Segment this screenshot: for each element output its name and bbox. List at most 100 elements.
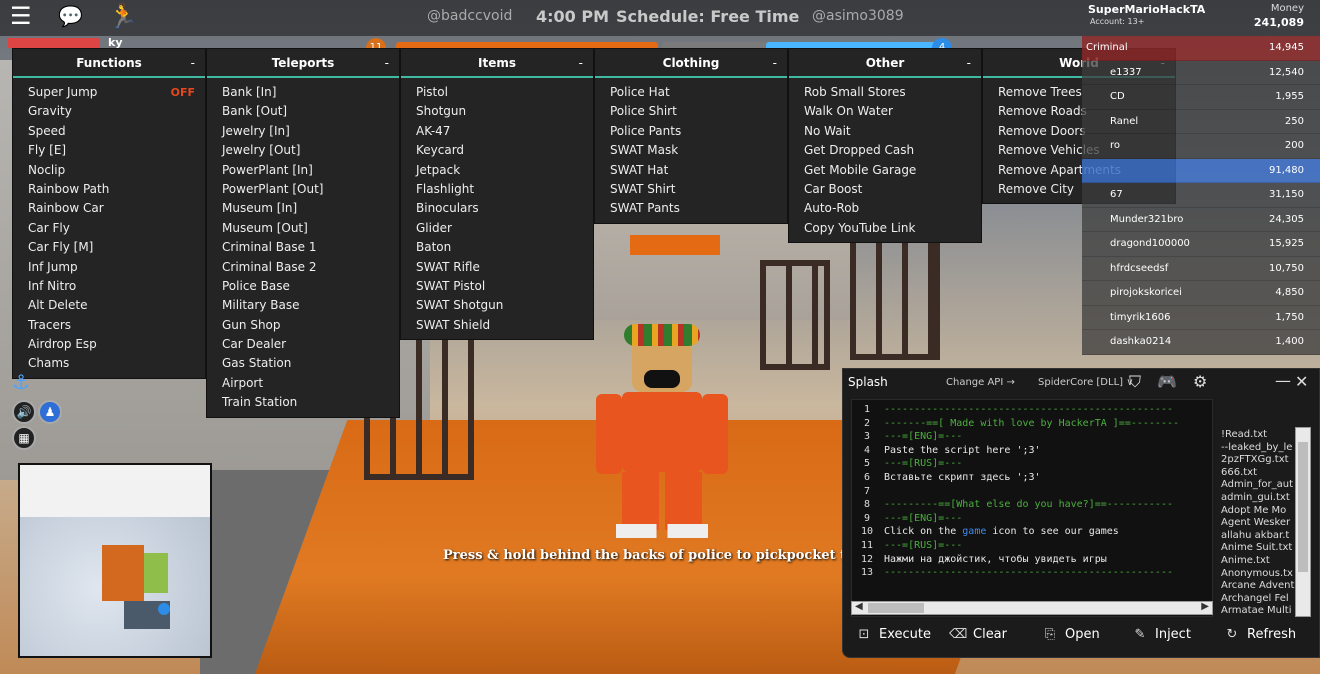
vertical-scrollbar[interactable] <box>1295 427 1311 617</box>
hamburger-menu-icon[interactable]: ☰ <box>10 2 32 30</box>
open-button[interactable]: ⎘ Open <box>1041 627 1100 642</box>
scroll-left-icon[interactable]: ◀ <box>855 601 863 612</box>
menu-header[interactable]: Other - <box>789 49 981 78</box>
menu-item[interactable]: Binoculars <box>401 199 593 218</box>
leaderboard-row[interactable]: Ranel 250 <box>1082 109 1320 134</box>
menu-item[interactable]: Gun Shop <box>207 316 399 335</box>
leaderboard-row[interactable]: e1337 12,540 <box>1082 60 1320 85</box>
leaderboard-row[interactable]: pirojokskoricei 4,850 <box>1082 281 1320 306</box>
menu-item[interactable]: Rob Small Stores <box>789 83 981 102</box>
menu-item[interactable]: Inf Jump <box>13 258 205 277</box>
menu-item[interactable]: Criminal Base 2 <box>207 258 399 277</box>
menu-item[interactable]: Bank [Out] <box>207 102 399 121</box>
menu-item[interactable]: AK-47 <box>401 122 593 141</box>
drone-icon[interactable]: ⚓ <box>12 370 64 394</box>
team-icon[interactable]: ♟ <box>38 400 62 424</box>
menu-item[interactable]: Train Station <box>207 393 399 412</box>
scrollbar-thumb[interactable] <box>1298 442 1308 572</box>
menu-item[interactable]: Museum [In] <box>207 199 399 218</box>
menu-item[interactable]: Museum [Out] <box>207 219 399 238</box>
menu-item[interactable]: Fly [E] <box>13 141 205 160</box>
inventory-icon[interactable]: ▦ <box>12 426 36 450</box>
menu-item[interactable]: Alt Delete <box>13 296 205 315</box>
menu-item[interactable]: SWAT Hat <box>595 161 787 180</box>
menu-item[interactable]: SWAT Shotgun <box>401 296 593 315</box>
menu-item[interactable]: Flashlight <box>401 180 593 199</box>
clear-button[interactable]: ⌫ Clear <box>949 627 1007 642</box>
leaderboard-row[interactable]: dashka0214 1,400 <box>1082 330 1320 355</box>
leaderboard-row[interactable]: 91,480 <box>1082 158 1320 183</box>
menu-item[interactable]: Pistol <box>401 83 593 102</box>
menu-item[interactable]: Speed <box>13 122 205 141</box>
menu-item[interactable]: SWAT Rifle <box>401 258 593 277</box>
menu-item[interactable]: Get Dropped Cash <box>789 141 981 160</box>
scroll-right-icon[interactable]: ▶ <box>1201 601 1209 612</box>
shield-icon[interactable]: ⛉ <box>1129 372 1141 392</box>
menu-item[interactable]: Super Jump OFF <box>13 83 205 102</box>
toggle-state[interactable]: OFF <box>171 83 195 102</box>
menu-item[interactable]: Police Base <box>207 277 399 296</box>
menu-header[interactable]: Items - <box>401 49 593 78</box>
menu-item[interactable]: No Wait <box>789 122 981 141</box>
menu-item[interactable]: SWAT Pants <box>595 199 787 218</box>
menu-item[interactable]: Jewelry [Out] <box>207 141 399 160</box>
horizontal-scrollbar[interactable]: ◀ ▶ <box>851 601 1213 615</box>
menu-item[interactable]: Tracers <box>13 316 205 335</box>
menu-item[interactable]: Baton <box>401 238 593 257</box>
chat-icon[interactable]: 💬 <box>58 4 83 28</box>
leaderboard-row[interactable]: 67 31,150 <box>1082 183 1320 208</box>
minimap[interactable] <box>18 463 212 658</box>
menu-item[interactable]: Car Dealer <box>207 335 399 354</box>
leaderboard-row[interactable]: dragond100000 15,925 <box>1082 232 1320 257</box>
minimize-button[interactable]: - <box>579 49 583 77</box>
menu-header[interactable]: Functions - <box>13 49 205 78</box>
menu-item[interactable]: Rainbow Car <box>13 199 205 218</box>
menu-item[interactable]: Noclip <box>13 161 205 180</box>
menu-header[interactable]: Clothing - <box>595 49 787 78</box>
menu-item[interactable]: Rainbow Path <box>13 180 205 199</box>
menu-item[interactable]: Car Boost <box>789 180 981 199</box>
splash-executor-window[interactable]: Splash Change API → SpiderCore [DLL] ∨ ⛉… <box>842 368 1320 658</box>
menu-item[interactable]: Jetpack <box>401 161 593 180</box>
gear-icon[interactable]: ⚙ <box>1193 372 1207 391</box>
leaderboard-row[interactable]: Criminal 14,945 <box>1082 36 1320 61</box>
change-api-button[interactable]: Change API → <box>946 377 1015 388</box>
minimize-button[interactable]: - <box>967 49 971 77</box>
menu-item[interactable]: Car Fly [M] <box>13 238 205 257</box>
menu-item[interactable]: Police Shirt <box>595 102 787 121</box>
menu-item[interactable]: Police Pants <box>595 122 787 141</box>
menu-item[interactable]: Bank [In] <box>207 83 399 102</box>
dll-select[interactable]: SpiderCore [DLL] ∨ <box>1038 377 1134 388</box>
menu-item[interactable]: PowerPlant [In] <box>207 161 399 180</box>
menu-item[interactable]: PowerPlant [Out] <box>207 180 399 199</box>
minimize-button[interactable]: - <box>385 49 389 77</box>
menu-item[interactable]: Criminal Base 1 <box>207 238 399 257</box>
menu-item[interactable]: SWAT Mask <box>595 141 787 160</box>
menu-item[interactable]: SWAT Pistol <box>401 277 593 296</box>
minimize-icon[interactable]: — <box>1275 371 1291 390</box>
menu-item[interactable]: SWAT Shirt <box>595 180 787 199</box>
leaderboard-row[interactable]: Munder321bro 24,305 <box>1082 207 1320 232</box>
menu-item[interactable]: Keycard <box>401 141 593 160</box>
menu-item[interactable]: Gas Station <box>207 354 399 373</box>
menu-item[interactable]: Walk On Water <box>789 102 981 121</box>
leaderboard-row[interactable]: ro 200 <box>1082 134 1320 159</box>
minimize-button[interactable]: - <box>191 49 195 77</box>
leaderboard-row[interactable]: CD 1,955 <box>1082 85 1320 110</box>
menu-item[interactable]: Jewelry [In] <box>207 122 399 141</box>
menu-item[interactable]: Police Hat <box>595 83 787 102</box>
leaderboard-row[interactable]: timyrik1606 1,750 <box>1082 305 1320 330</box>
leaderboard-row[interactable]: hfrdcseedsf 10,750 <box>1082 256 1320 281</box>
emote-icon[interactable]: 🏃 <box>108 2 138 30</box>
inject-button[interactable]: ✎ Inject <box>1131 627 1191 642</box>
menu-item[interactable]: Car Fly <box>13 219 205 238</box>
refresh-button[interactable]: ↻ Refresh <box>1223 627 1297 642</box>
menu-item[interactable]: Military Base <box>207 296 399 315</box>
menu-item[interactable]: Inf Nitro <box>13 277 205 296</box>
scrollbar-thumb[interactable] <box>868 603 924 613</box>
script-editor[interactable]: 1 ---------------------------------------… <box>851 399 1213 617</box>
menu-item[interactable]: Get Mobile Garage <box>789 161 981 180</box>
close-icon[interactable]: ✕ <box>1295 372 1308 391</box>
menu-item[interactable]: Airport <box>207 374 399 393</box>
execute-button[interactable]: ⊡ Execute <box>855 627 931 642</box>
